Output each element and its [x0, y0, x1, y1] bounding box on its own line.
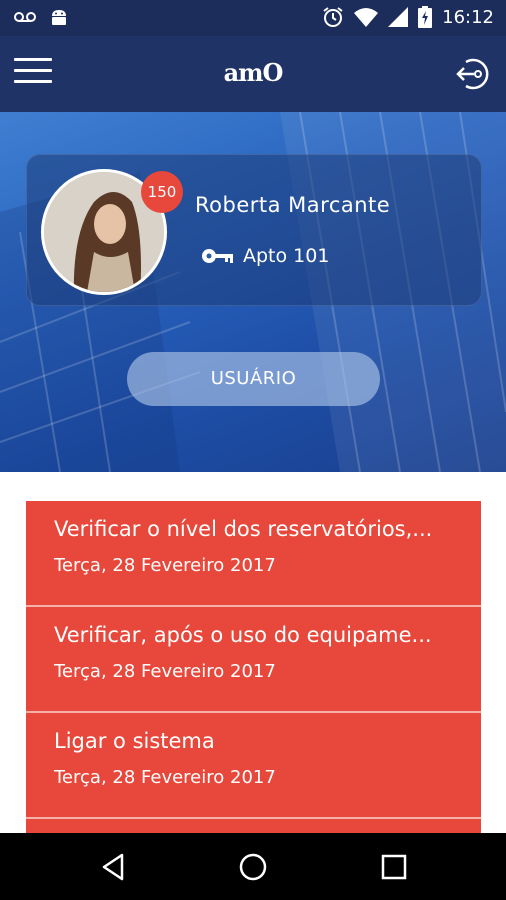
- alarm-icon: [323, 7, 343, 27]
- user-button[interactable]: USUÁRIO: [127, 352, 380, 406]
- task-date: Terça, 28 Fevereiro 2017: [54, 555, 276, 576]
- list-item[interactable]: Verificar, após o uso do equipame... Ter…: [26, 607, 481, 713]
- list-item[interactable]: Verificar o nível dos reservatórios,... …: [26, 501, 481, 607]
- back-triangle-icon[interactable]: [98, 851, 130, 883]
- task-list: Verificar o nível dos reservatórios,... …: [26, 501, 481, 849]
- task-title: Verificar o nível dos reservatórios,...: [54, 517, 433, 541]
- task-title: Ligar o sistema: [54, 729, 215, 753]
- wifi-icon: [354, 8, 379, 27]
- android-icon: [52, 10, 66, 25]
- apartment-label: Apto 101: [243, 245, 330, 267]
- status-bar: 16:12: [0, 0, 506, 36]
- home-circle-icon[interactable]: [237, 851, 269, 883]
- app-bar: amO: [0, 36, 506, 112]
- apartment-info: Apto 101: [201, 245, 329, 267]
- signal-icon: [388, 7, 409, 27]
- logout-icon[interactable]: [454, 56, 490, 92]
- voicemail-icon: [14, 12, 36, 22]
- profile-hero: 150 Roberta Marcante Apto 101 USUÁRIO: [0, 112, 506, 472]
- system-nav-bar: [0, 833, 506, 900]
- task-date: Terça, 28 Fevereiro 2017: [54, 661, 276, 682]
- list-item[interactable]: Ligar o sistema Terça, 28 Fevereiro 2017: [26, 713, 481, 819]
- task-title: Verificar, após o uso do equipame...: [54, 623, 432, 647]
- key-icon: [202, 249, 233, 263]
- app-logo: amO: [223, 58, 284, 87]
- recents-square-icon[interactable]: [378, 851, 410, 883]
- user-name: Roberta Marcante: [195, 193, 391, 217]
- status-time: 16:12: [442, 6, 494, 28]
- profile-card: 150 Roberta Marcante Apto 101: [26, 154, 482, 306]
- task-date: Terça, 28 Fevereiro 2017: [54, 767, 276, 788]
- notification-badge: 150: [141, 171, 183, 213]
- battery-charging-icon: [418, 6, 433, 28]
